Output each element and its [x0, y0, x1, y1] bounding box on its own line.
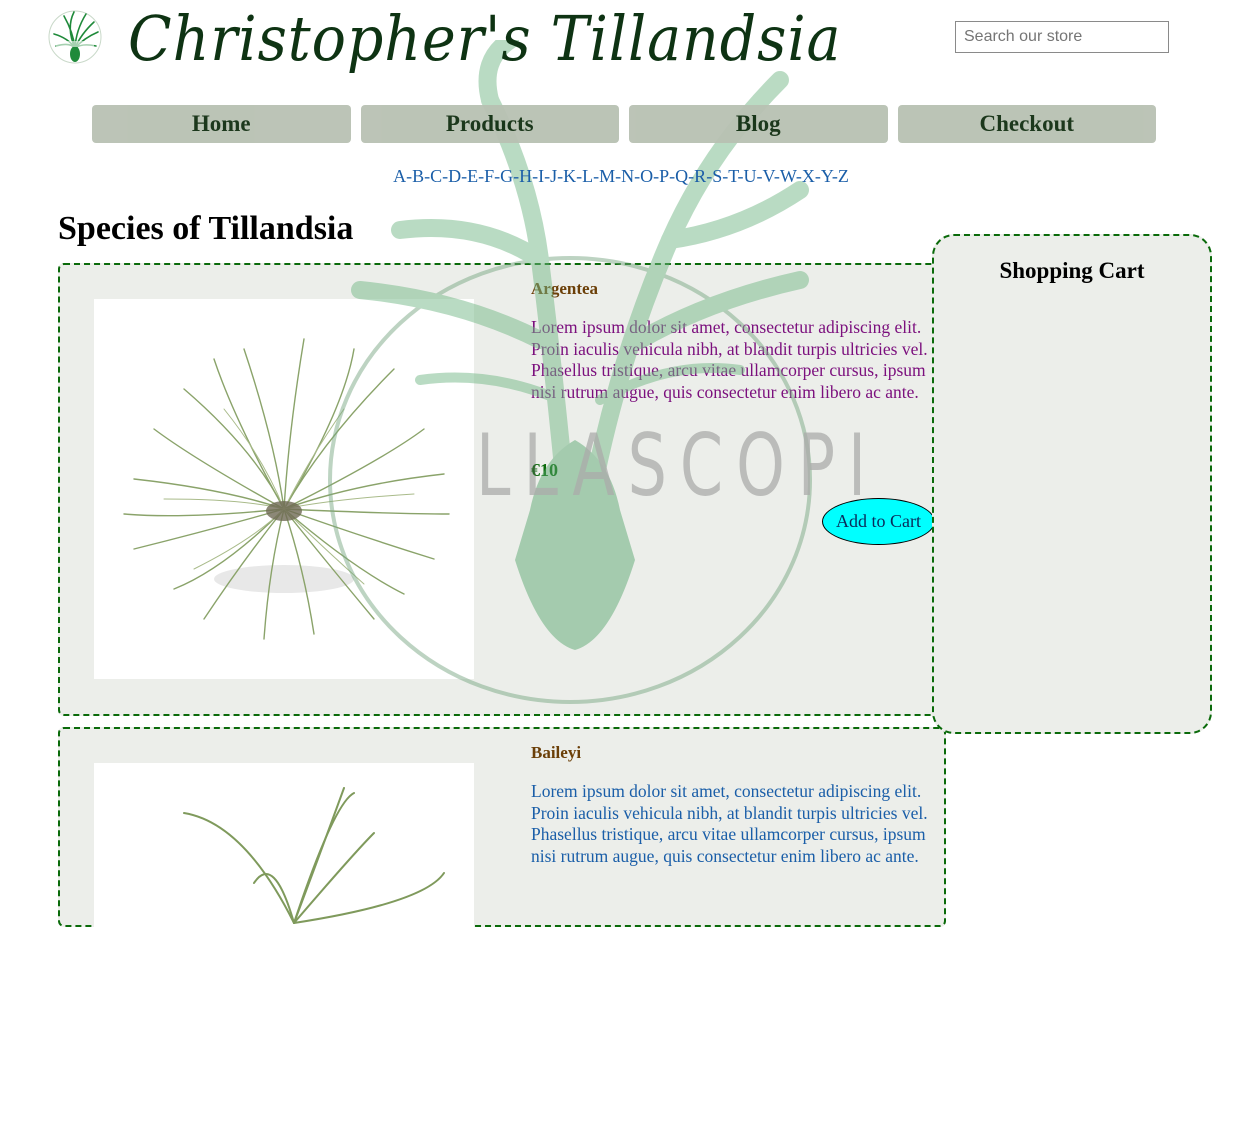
alphabet-link-d[interactable]: D [448, 166, 461, 186]
product-name[interactable]: Argentea [531, 279, 598, 299]
site-title: Christopher's Tillandsia [128, 2, 842, 75]
alphabet-link-t[interactable]: T [728, 166, 737, 186]
shopping-cart-title: Shopping Cart [999, 258, 1145, 283]
nav-blog-button[interactable]: Blog [629, 105, 888, 143]
product-card: Argentea Lorem ipsum dolor sit amet, con… [58, 263, 946, 716]
product-description: Lorem ipsum dolor sit amet, consectetur … [531, 317, 928, 402]
logo-icon[interactable] [46, 8, 104, 66]
alphabet-link-a[interactable]: A [393, 166, 406, 186]
alphabet-link-o[interactable]: O [640, 166, 653, 186]
nav-home-button[interactable]: Home [92, 105, 351, 143]
alphabet-link-n[interactable]: N [621, 166, 634, 186]
main-nav: Home Products Blog Checkout [92, 105, 1156, 143]
alphabet-link-b[interactable]: B [412, 166, 424, 186]
alphabet-link-e[interactable]: E [467, 166, 478, 186]
product-description: Lorem ipsum dolor sit amet, consectetur … [531, 781, 928, 866]
product-price: €10 [531, 460, 558, 480]
product-image[interactable] [94, 763, 474, 1143]
alphabet-link-y[interactable]: Y [821, 166, 832, 186]
product-image[interactable] [94, 299, 474, 679]
alphabet-link-h[interactable]: H [519, 166, 532, 186]
alphabet-index: A-B-C-D-E-F-G-H-I-J-K-L-M-N-O-P-Q-R-S-T-… [0, 166, 1242, 187]
alphabet-link-f[interactable]: F [484, 166, 494, 186]
nav-products-button[interactable]: Products [360, 105, 619, 143]
product-name[interactable]: Baileyi [531, 743, 581, 763]
add-to-cart-button[interactable]: Add to Cart [822, 498, 935, 545]
shopping-cart-panel: Shopping Cart [932, 234, 1212, 734]
nav-checkout-button[interactable]: Checkout [897, 105, 1156, 143]
alphabet-link-x[interactable]: X [802, 166, 815, 186]
alphabet-link-z[interactable]: Z [838, 166, 849, 186]
alphabet-link-g[interactable]: G [500, 166, 513, 186]
alphabet-link-u[interactable]: U [744, 166, 757, 186]
alphabet-link-l[interactable]: L [582, 166, 593, 186]
alphabet-link-c[interactable]: C [430, 166, 442, 186]
alphabet-link-m[interactable]: M [599, 166, 615, 186]
alphabet-link-k[interactable]: K [563, 166, 576, 186]
search-input[interactable] [955, 21, 1169, 53]
alphabet-link-p[interactable]: P [659, 166, 669, 186]
alphabet-link-s[interactable]: S [712, 166, 722, 186]
alphabet-link-r[interactable]: R [694, 166, 706, 186]
alphabet-link-w[interactable]: W [780, 166, 796, 186]
page-title: Species of Tillandsia [58, 210, 354, 247]
product-card: Baileyi Lorem ipsum dolor sit amet, cons… [58, 727, 946, 1143]
alphabet-link-q[interactable]: Q [675, 166, 688, 186]
alphabet-link-v[interactable]: V [763, 166, 774, 186]
